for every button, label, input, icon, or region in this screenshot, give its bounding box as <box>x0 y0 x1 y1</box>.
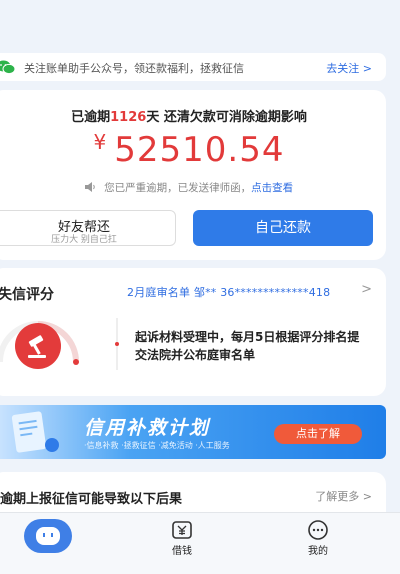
lawsuit-status-text: 起诉材料受理中，每月5日根据评分排名提交法院并公布庭审名单 <box>135 330 360 362</box>
tab-home[interactable] <box>8 513 88 574</box>
lawyer-letter-warning: 您已严重逾期，已发送律师函，点击查看 <box>0 180 386 195</box>
yuan-icon <box>172 521 192 539</box>
chat-bubble-icon <box>308 520 328 540</box>
credit-score-title: 失信评分 <box>0 287 54 303</box>
wechat-icon <box>0 60 16 75</box>
follow-link[interactable]: 去关注 > <box>326 60 372 76</box>
overdue-days: 1126 <box>110 110 147 125</box>
overdue-prefix: 已逾期 <box>71 110 111 125</box>
friend-repay-button[interactable]: 好友帮还 压力大 别自己扛 <box>0 210 176 246</box>
overdue-headline: 已逾期1126天 还清欠款可消除逾期影响 <box>0 106 386 125</box>
document-illustration-icon <box>11 411 59 453</box>
tab-borrow[interactable]: 借钱 <box>142 513 222 574</box>
tab-borrow-label: 借钱 <box>172 546 192 557</box>
credit-rescue-banner[interactable]: 信用补救计划 ·信息补救 ·拯救征信 ·减免活动 ·人工服务 点击了解 <box>0 405 386 459</box>
tab-mine-label: 我的 <box>308 546 328 557</box>
status-timeline <box>115 318 119 370</box>
consequence-card[interactable]: 逾期上报征信可能导致以下后果 了解更多 > <box>0 472 386 512</box>
consequence-title: 逾期上报征信可能导致以下后果 <box>0 492 183 507</box>
home-pill-icon <box>24 519 72 553</box>
notice-text: 关注账单助手公众号，领还款福利，拯救征信 <box>24 62 244 75</box>
banner-title: 信用补救计划 <box>84 417 211 439</box>
bottom-tab-bar: 借钱 我的 <box>0 512 400 574</box>
amount-display: ¥52510.54 <box>0 130 386 170</box>
warning-text: 您已严重逾期，已发送律师函， <box>104 182 252 194</box>
overdue-amount: 52510.54 <box>114 130 285 170</box>
self-repay-button[interactable]: 自己还款 <box>193 210 373 246</box>
learn-more-link[interactable]: 了解更多 > <box>315 488 372 504</box>
credit-score-card[interactable]: 失信评分 2月庭审名单 邹** 36*************418 > 起诉材… <box>0 268 386 396</box>
friend-repay-sublabel: 压力大 别自己扛 <box>51 235 117 245</box>
wechat-notice-bar[interactable]: 关注账单助手公众号，领还款福利，拯救征信 去关注 > <box>0 53 386 81</box>
court-list-text[interactable]: 2月庭审名单 邹** 36*************418 <box>127 284 330 300</box>
view-letter-link[interactable]: 点击查看 <box>251 182 293 194</box>
speaker-icon <box>84 182 95 192</box>
gavel-icon <box>15 323 61 369</box>
currency-symbol: ¥ <box>93 130 107 154</box>
tab-mine[interactable]: 我的 <box>278 513 358 574</box>
banner-subtitle: ·信息补救 ·拯救征信 ·减免活动 ·人工服务 <box>84 441 230 450</box>
top-bar <box>0 0 400 50</box>
chevron-right-icon[interactable]: > <box>361 282 372 297</box>
learn-more-button[interactable]: 点击了解 <box>274 424 362 444</box>
overdue-suffix: 天 还清欠款可消除逾期影响 <box>146 110 307 125</box>
